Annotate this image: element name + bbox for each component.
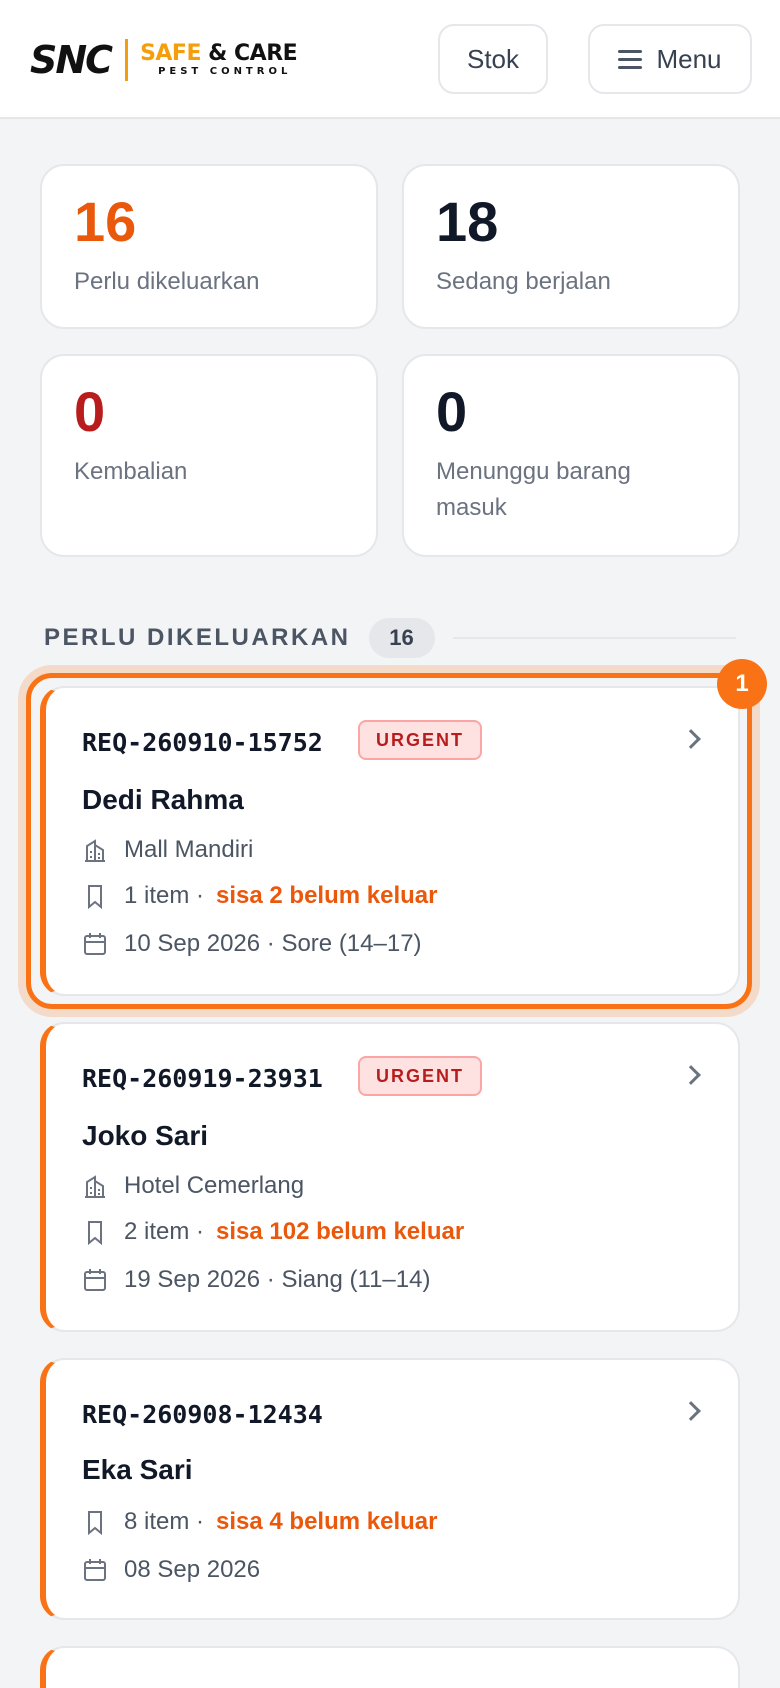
items-count: 2 item · (124, 1218, 205, 1245)
stok-button-label: Stok (466, 43, 520, 74)
location-text: Hotel Cemerlang (124, 1172, 305, 1199)
stat-label: Kembalian (74, 458, 188, 485)
stat-label: Sedang berjalan (436, 268, 611, 295)
request-code: REQ-260919-23931 (82, 1064, 323, 1093)
stat-value: 18 (436, 190, 499, 253)
chevron-right-icon (681, 1401, 701, 1421)
location-row: Hotel Cemerlang (82, 1172, 304, 1200)
stat-card-kembalian[interactable]: 0 Kembalian (40, 354, 378, 557)
brand-logo[interactable]: SNC SAFE & CARE PEST CONTROL (30, 36, 298, 84)
logo-wordmark: SAFE & CARE PEST CONTROL (140, 41, 298, 77)
logo-mark: SNC (30, 38, 113, 82)
calendar-icon (82, 1267, 108, 1293)
remaining-text: sisa 4 belum keluar (216, 1508, 438, 1535)
menu-button-label: Menu (656, 43, 722, 74)
section-count-badge: 16 (368, 618, 435, 658)
urgent-badge: URGENT (358, 1056, 482, 1096)
bookmark-icon (82, 1219, 108, 1245)
building-icon (82, 1173, 108, 1199)
remaining-text: sisa 102 belum keluar (216, 1218, 465, 1245)
stat-card-perlu-dikeluarkan[interactable]: 16 Perlu dikeluarkan (40, 164, 378, 329)
section-header: PERLU DIKELUARKAN 16 (44, 618, 736, 658)
logo-divider (125, 39, 129, 81)
items-count: 8 item · (124, 1508, 205, 1535)
customer-name: Eka Sari (82, 1454, 193, 1485)
stat-value: 0 (74, 380, 106, 443)
menu-button[interactable]: Menu (588, 24, 752, 94)
stok-button[interactable]: Stok (438, 24, 548, 94)
stat-card-menunggu-barang-masuk[interactable]: 0 Menunggu barang masuk (402, 354, 740, 557)
stat-label: Menunggu barang masuk (436, 458, 631, 521)
app-header: SNC SAFE & CARE PEST CONTROL Stok Menu (0, 0, 780, 119)
focus-highlight (26, 673, 752, 1009)
schedule-text: 19 Sep 2026 · Siang (11–14) (124, 1266, 431, 1293)
request-card[interactable] (40, 1646, 740, 1688)
stat-label: Perlu dikeluarkan (74, 268, 260, 295)
schedule-row: 19 Sep 2026 · Siang (11–14) (82, 1266, 430, 1294)
chevron-right-icon (681, 1065, 701, 1085)
request-card[interactable]: REQ-260908-12434 Eka Sari 8 item · sisa … (40, 1358, 740, 1620)
section-divider (452, 637, 736, 639)
customer-name: Joko Sari (82, 1120, 209, 1151)
section-title: PERLU DIKELUARKAN (44, 624, 351, 651)
schedule-text: 08 Sep 2026 (124, 1556, 261, 1583)
items-row: 2 item · sisa 102 belum keluar (82, 1218, 464, 1246)
items-row: 8 item · sisa 4 belum keluar (82, 1508, 437, 1536)
stat-card-sedang-berjalan[interactable]: 18 Sedang berjalan (402, 164, 740, 329)
stat-value: 16 (74, 190, 137, 253)
bookmark-icon (82, 1509, 108, 1535)
stat-value: 0 (436, 380, 468, 443)
calendar-icon (82, 1557, 108, 1583)
request-card[interactable]: REQ-260919-23931 URGENT Joko Sari Hotel … (40, 1022, 740, 1332)
schedule-row: 08 Sep 2026 (82, 1556, 260, 1584)
hamburger-icon (618, 50, 643, 69)
request-code: REQ-260908-12434 (82, 1400, 323, 1429)
focus-step-badge: 1 (717, 659, 767, 709)
